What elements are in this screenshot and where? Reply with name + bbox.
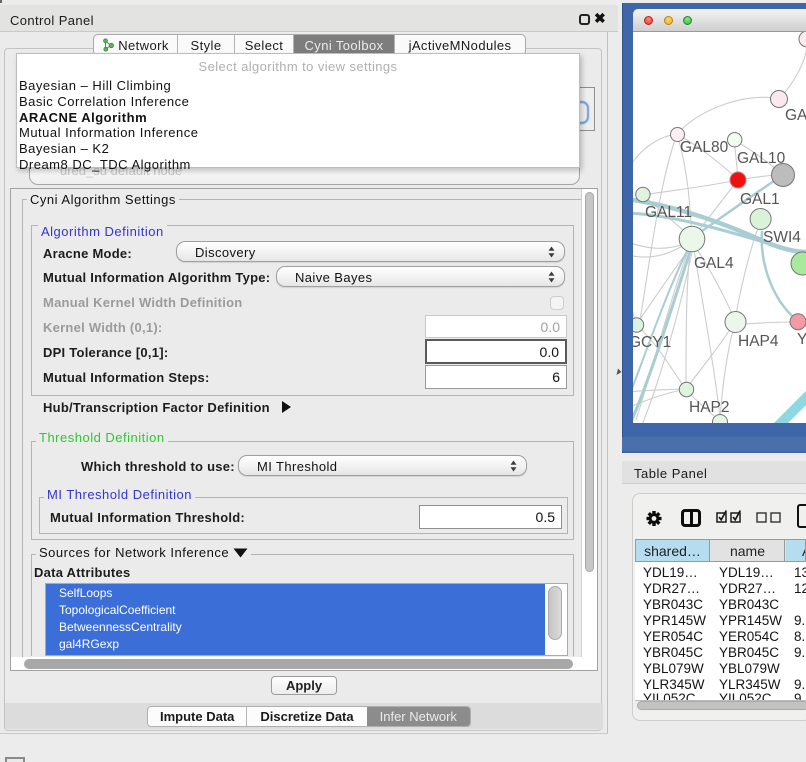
svg-text:GAL80: GAL80 [680, 139, 729, 156]
svg-text:GAL10: GAL10 [737, 150, 786, 167]
svg-text:HAP4: HAP4 [738, 333, 779, 350]
svg-text:HAP2: HAP2 [689, 399, 730, 416]
svg-text:GAL1: GAL1 [740, 191, 780, 208]
svg-text:GAL: GAL [785, 107, 806, 124]
svg-text:GAL11: GAL11 [645, 204, 692, 221]
svg-text:Y: Y [797, 331, 806, 348]
svg-text:GCY1: GCY1 [633, 334, 671, 351]
svg-text:SWI4: SWI4 [763, 229, 801, 246]
svg-text:GAL4: GAL4 [694, 255, 734, 272]
